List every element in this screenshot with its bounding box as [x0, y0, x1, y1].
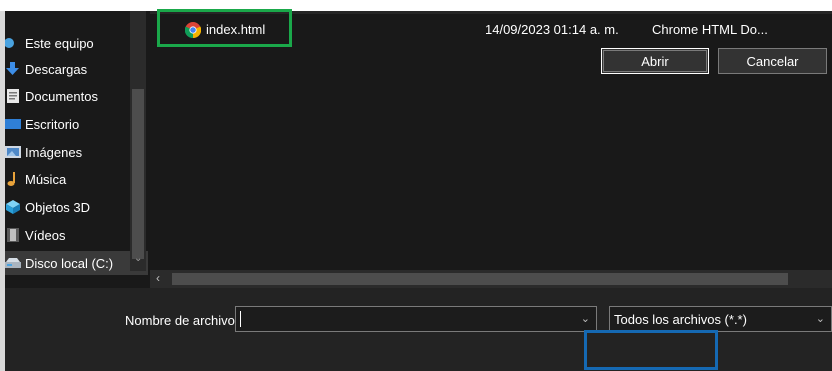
nav-item-label: Imágenes [25, 144, 83, 160]
file-date: 14/09/2023 01:14 a. m. [485, 22, 619, 37]
filename-input[interactable]: ⌄ [235, 306, 597, 332]
chevron-down-icon[interactable]: ⌄ [581, 312, 590, 325]
nav-item-imagenes[interactable]: Imágenes [5, 140, 82, 164]
open-button[interactable]: Abrir [601, 48, 709, 74]
navigation-scrollbar[interactable]: ⌄ [130, 11, 146, 271]
drive-icon [5, 255, 21, 271]
nav-item-label: Este equipo [25, 35, 94, 51]
nav-item-label: Objetos 3D [25, 199, 91, 215]
filetype-select[interactable]: Todos los archivos (*.*) ⌄ [609, 306, 832, 332]
horizontal-scrollbar-thumb[interactable] [172, 273, 788, 285]
navigation-pane: Este equipo Descargas Documentos Escrito… [5, 11, 150, 276]
document-icon [5, 88, 21, 104]
filename-label: Nombre de archivo: [125, 313, 239, 328]
nav-item-label: Escritorio [25, 116, 80, 132]
nav-item-objetos-3d[interactable]: Objetos 3D [5, 195, 90, 219]
cube-3d-icon [5, 199, 21, 215]
nav-item-disco-local[interactable]: Disco local (C:) [5, 251, 148, 275]
scroll-down-chevron-icon[interactable]: ⌄ [134, 253, 142, 264]
desktop-icon [5, 116, 21, 132]
download-arrow-icon [5, 61, 21, 77]
scroll-left-chevron-icon[interactable]: ‹ [156, 271, 160, 285]
nav-item-label: Disco local (C:) [25, 255, 114, 271]
column-header-edge [0, 0, 832, 11]
nav-item-label: Vídeos [25, 227, 66, 243]
nav-item-descargas[interactable]: Descargas [5, 57, 87, 81]
nav-item-videos[interactable]: Vídeos [5, 223, 65, 247]
nav-item-este-equipo[interactable]: Este equipo [5, 31, 94, 55]
chevron-down-icon[interactable]: ⌄ [816, 312, 825, 325]
nav-item-documentos[interactable]: Documentos [5, 84, 98, 108]
file-type: Chrome HTML Do... [652, 22, 768, 37]
nav-item-label: Documentos [25, 88, 98, 104]
cancel-button[interactable]: Cancelar [718, 48, 827, 74]
filetype-value: Todos los archivos (*.*) [614, 312, 747, 327]
nav-item-label: Música [25, 171, 67, 187]
nav-item-label: Descargas [25, 61, 88, 77]
horizontal-scrollbar[interactable]: ‹ [150, 270, 832, 288]
film-icon [5, 227, 21, 243]
open-file-dialog: Este equipo Descargas Documentos Escrito… [0, 0, 832, 371]
navigation-scrollbar-thumb[interactable] [132, 89, 144, 259]
text-caret [240, 311, 241, 327]
computer-icon [5, 35, 21, 51]
nav-item-escritorio[interactable]: Escritorio [5, 112, 79, 136]
music-note-icon [5, 171, 21, 187]
image-icon [5, 144, 21, 160]
file-highlight-box [157, 9, 292, 47]
open-button-highlight-box [584, 330, 718, 370]
nav-item-musica[interactable]: Música [5, 167, 66, 191]
